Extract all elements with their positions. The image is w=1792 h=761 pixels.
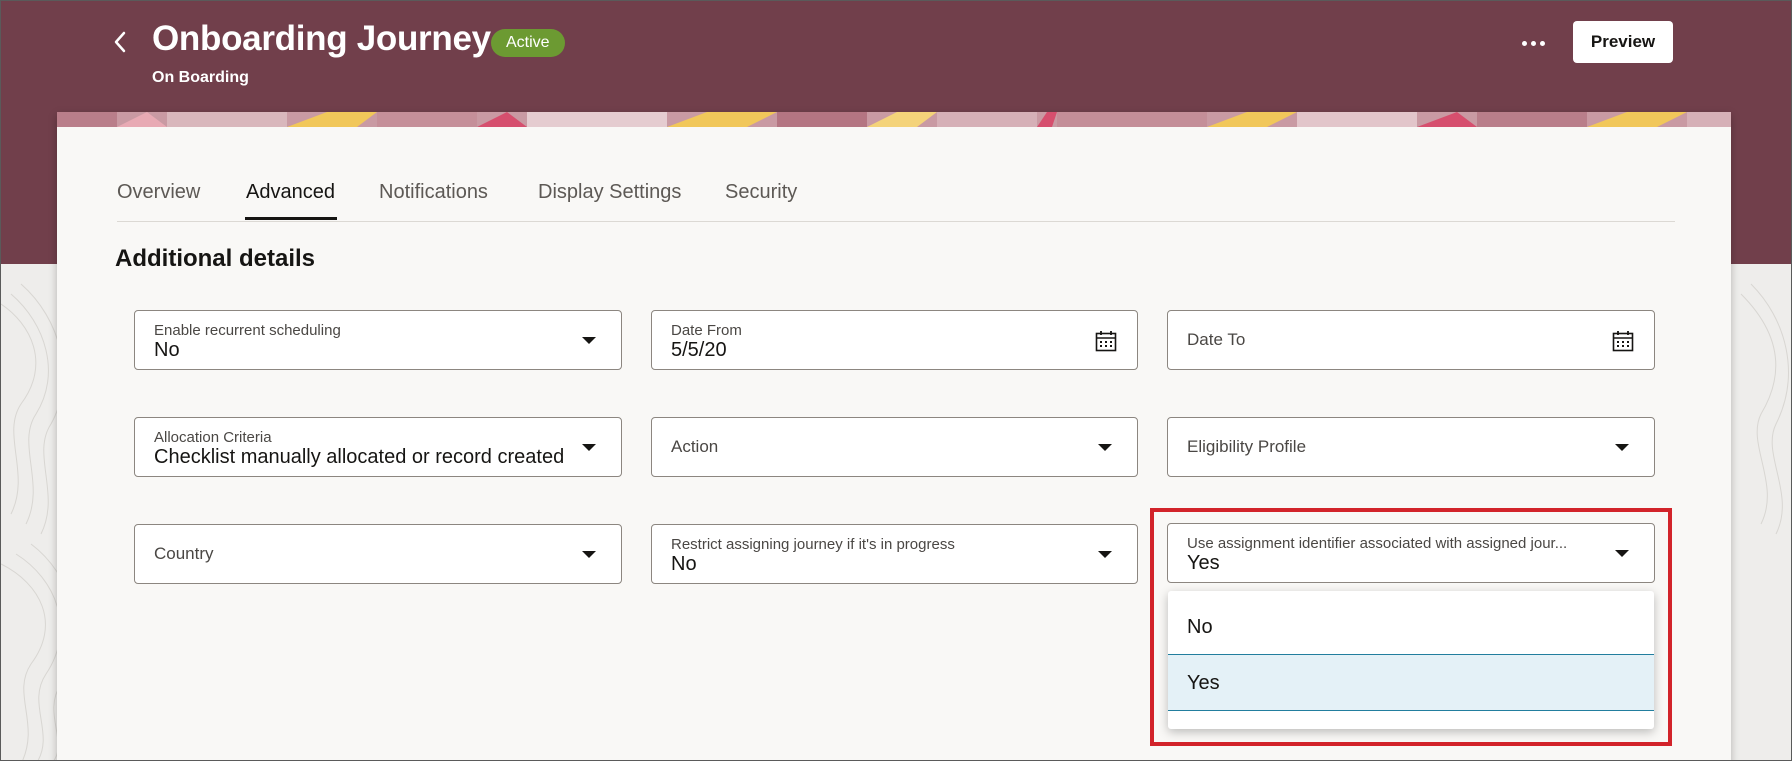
- callout-highlight-box: [1150, 508, 1672, 746]
- chevron-down-icon: [582, 444, 596, 451]
- ellipsis-icon: [1521, 40, 1527, 46]
- chevron-left-icon: [114, 31, 126, 53]
- field-value: Checklist manually allocated or record c…: [154, 446, 565, 468]
- chevron-down-icon: [582, 551, 596, 558]
- preview-button[interactable]: Preview: [1573, 21, 1673, 63]
- page-title: Onboarding Journey: [152, 19, 491, 58]
- eligibility-profile-select[interactable]: Eligibility Profile: [1167, 417, 1655, 477]
- chevron-down-icon: [1098, 551, 1112, 558]
- field-label: Eligibility Profile: [1187, 437, 1307, 456]
- field-value: 5/5/20: [671, 339, 727, 361]
- chevron-down-icon: [1615, 444, 1629, 451]
- field-label: Date From: [671, 322, 742, 339]
- calendar-icon[interactable]: [1612, 330, 1634, 352]
- more-actions-button[interactable]: [1513, 29, 1553, 57]
- tab-display-settings[interactable]: Display Settings: [538, 181, 681, 204]
- app-window: Onboarding Journey Active On Boarding Pr…: [0, 0, 1792, 761]
- field-value: No: [671, 553, 697, 575]
- tab-advanced[interactable]: Advanced: [246, 181, 335, 204]
- tab-bar: Overview Advanced Notifications Display …: [117, 177, 1675, 222]
- back-button[interactable]: [105, 27, 135, 57]
- country-select[interactable]: Country: [134, 524, 622, 584]
- field-value: No: [154, 339, 180, 361]
- decorative-banner: [57, 112, 1731, 127]
- section-title: Additional details: [115, 245, 316, 272]
- action-select[interactable]: Action: [651, 417, 1138, 477]
- allocation-criteria-select[interactable]: Allocation Criteria Checklist manually a…: [134, 417, 622, 477]
- field-label: Restrict assigning journey if it's in pr…: [671, 536, 955, 553]
- page-subtitle: On Boarding: [152, 69, 249, 86]
- date-to-input[interactable]: Date To: [1167, 310, 1655, 370]
- status-badge: Active: [491, 29, 565, 57]
- field-label: Enable recurrent scheduling: [154, 322, 341, 339]
- restrict-assigning-journey-select[interactable]: Restrict assigning journey if it's in pr…: [651, 524, 1138, 584]
- field-label: Country: [154, 544, 214, 563]
- field-label: Date To: [1187, 330, 1246, 349]
- chevron-down-icon: [582, 337, 596, 344]
- active-tab-indicator: [245, 217, 337, 220]
- field-label: Allocation Criteria: [154, 429, 272, 446]
- enable-recurrent-scheduling-select[interactable]: Enable recurrent scheduling No: [134, 310, 622, 370]
- tab-overview[interactable]: Overview: [117, 181, 200, 204]
- chevron-down-icon: [1098, 444, 1112, 451]
- field-label: Action: [671, 437, 719, 456]
- tab-security[interactable]: Security: [725, 181, 797, 204]
- calendar-icon[interactable]: [1095, 330, 1117, 352]
- tab-notifications[interactable]: Notifications: [379, 181, 488, 204]
- date-from-input[interactable]: Date From 5/5/20: [651, 310, 1138, 370]
